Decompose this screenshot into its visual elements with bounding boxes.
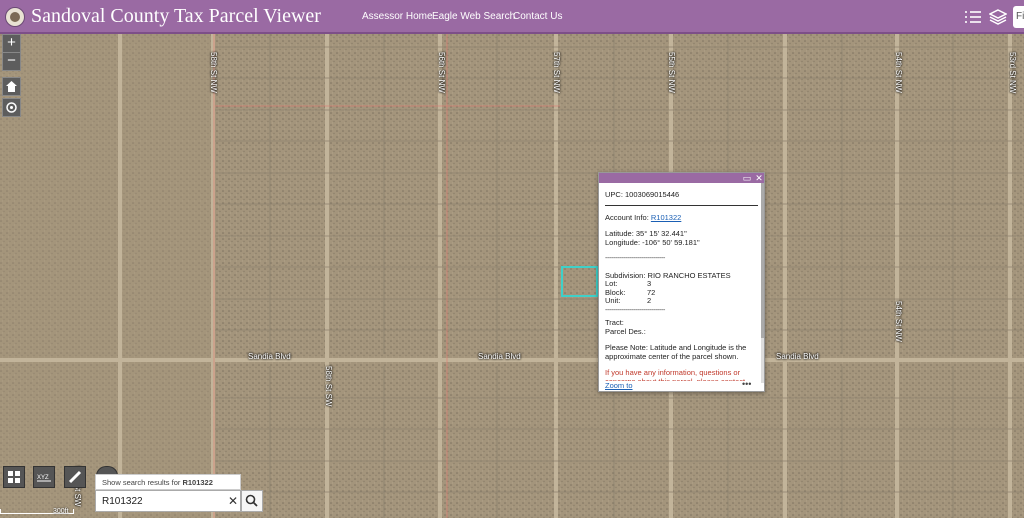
zoom-out-button[interactable]: − [2,52,21,71]
scale-label: 300ft [53,508,69,515]
clear-search-icon[interactable]: ✕ [228,494,238,508]
close-icon[interactable]: ✕ [754,173,764,183]
block-row: Block: 72 [605,288,758,298]
road-label-57th-st: 57th St NW [552,52,561,93]
basemap-gallery-button[interactable] [3,466,25,488]
search-suggestion[interactable]: Show search results for R101322 [95,474,241,490]
road-label-56th-st: 56th St NW [437,52,446,93]
measure-button[interactable] [64,466,86,488]
locate-icon [6,102,17,113]
layers-icon[interactable] [989,8,1007,26]
header-search-input[interactable]: Fi [1013,6,1024,28]
subdivision-text: Subdivision: RIO RANCHO ESTATES [605,270,731,280]
more-actions-icon[interactable]: ••• [742,379,751,389]
road-label-55th-st: 55th St NW [667,52,676,93]
popup-scrollbar-thumb[interactable] [761,183,764,338]
map-view[interactable]: + − Sandia Blvd Sandia Blvd Sandia Blvd … [0,34,1024,518]
svg-text:XYZ: XYZ [37,475,49,481]
parcel-info-popup: ▭ ✕ UPC: 1003069015446 Account Info: R10… [598,172,765,392]
road-label-sandia-blvd: Sandia Blvd [248,352,291,361]
app-title: Sandoval County Tax Parcel Viewer [31,5,321,27]
suggestion-term: R101322 [182,478,213,487]
account-info-link[interactable]: R101322 [651,213,681,222]
assessor-home-link[interactable]: Assessor Home [362,11,433,22]
app-header: Sandoval County Tax Parcel Viewer Assess… [0,0,1024,34]
aerial-imagery [0,34,1024,518]
separator-dashes: ------------------------------ [605,253,665,262]
road-label-58th-st-sw: 58th St SW [324,366,333,407]
road-label-54th-st-lower: 54th St NW [894,301,903,342]
account-info-row: Account Info: R101322 [605,212,758,223]
road-label-sandia-blvd: Sandia Blvd [478,352,521,361]
zoom-to-link[interactable]: Zoom to [605,381,633,390]
road-label-54th-st: 54th St NW [894,52,903,93]
grid-icon [8,471,20,483]
longitude-text: Longitude: -106° 50' 59.181" [605,237,700,247]
coordinates-note: Please Note: Latitude and Longitude is t… [605,343,747,361]
account-info-label: Account Info: [605,212,651,222]
popup-titlebar: ▭ ✕ [599,173,764,183]
xyz-icon: XYZ [37,475,51,482]
zoom-in-button[interactable]: + [2,34,21,53]
eagle-web-search-link[interactable]: Eagle Web Search [432,11,515,22]
suggestion-prefix: Show search results for [102,478,183,487]
selected-parcel-highlight[interactable] [561,266,598,297]
county-seal-logo [5,7,25,27]
search-icon [245,494,258,507]
divider [605,204,758,206]
parcel-des-text: Parcel Des.: [605,326,646,336]
road-label-sandia-blvd: Sandia Blvd [776,352,819,361]
search-button[interactable] [241,490,263,512]
home-button[interactable] [2,77,21,96]
separator-dashes: ------------------------------ [605,304,665,314]
ruler-icon [68,470,82,484]
road-label-53rd-st: 53rd St NW [1008,52,1017,94]
contact-us-link[interactable]: Contact Us [513,11,562,22]
lot-row: Lot: 3 [605,279,758,289]
home-icon [6,81,17,92]
search-input[interactable]: R101322 [95,490,241,512]
coordinate-button[interactable]: XYZ [33,466,55,488]
list-icon[interactable] [964,8,982,26]
road-label-58th-st: 58th St NW [209,52,218,93]
contact-note: If you have any information, questions o… [605,368,746,381]
popup-content: UPC: 1003069015446 Account Info: R101322… [605,191,758,381]
upc-text: UPC: 1003069015446 [605,191,680,199]
maximize-icon[interactable]: ▭ [742,173,752,183]
locate-button[interactable] [2,98,21,117]
